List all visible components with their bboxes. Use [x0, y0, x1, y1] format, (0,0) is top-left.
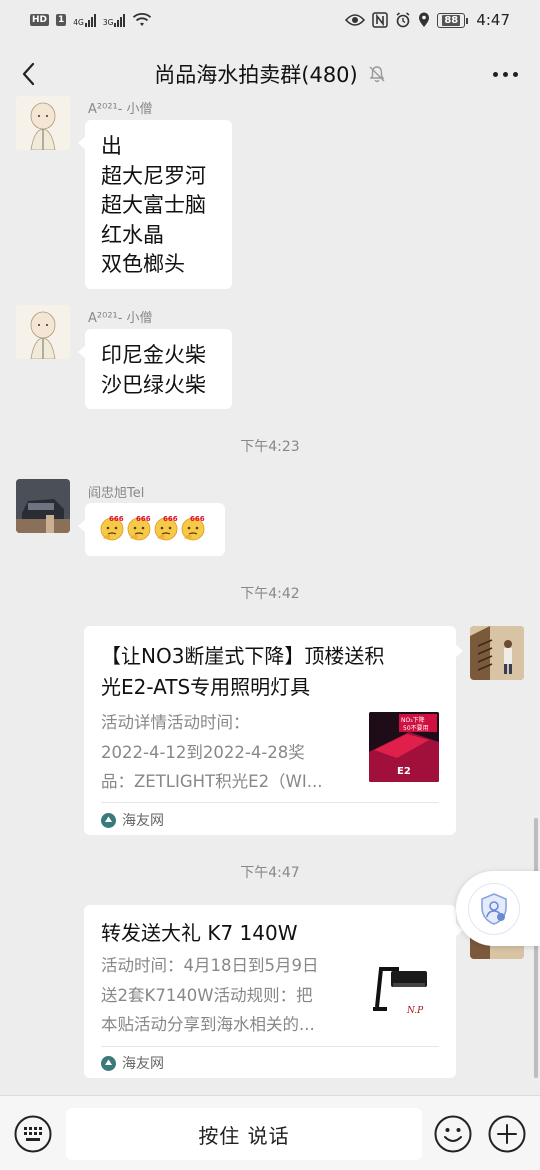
card-title: 【让NO3断崖式下降】顶楼送积 光E2-ATS专用照明灯具 — [101, 641, 384, 703]
sim-badge: 1 — [56, 14, 67, 26]
thumb-text: NO₃下降 — [401, 716, 425, 724]
scrollbar[interactable] — [534, 818, 538, 1078]
link-card[interactable]: 【让NO3断崖式下降】顶楼送积 光E2-ATS专用照明灯具 活动详情活动时间： … — [84, 626, 463, 835]
source-logo-icon — [101, 1055, 116, 1071]
chevron-left-icon[interactable] — [18, 62, 42, 86]
thumb-text: E2 — [397, 766, 411, 777]
card-title-line: 光E2-ATS专用照明灯具 — [101, 675, 311, 699]
more-dots-icon — [493, 71, 498, 77]
battery-level: 88 — [442, 14, 461, 26]
divider — [101, 802, 439, 803]
card-description: 活动时间：4月18日到5月9日 送2套K7140W活动规则：把 本贴活动分享到海… — [101, 951, 361, 1040]
message-bubble[interactable]: 印尼金火柴 沙巴绿火柴 — [78, 329, 232, 409]
bell-muted-icon — [369, 66, 385, 83]
thinking-emoji-icon: 666 — [154, 515, 178, 541]
emoji-label: 666 — [190, 515, 205, 523]
emoji-label: 666 — [109, 515, 124, 523]
input-bar: 按住 说话 — [0, 1095, 540, 1170]
alarm-icon — [396, 12, 410, 28]
status-left: HD 1 4G 3G — [30, 12, 152, 28]
thumb-text: 50不要用 — [403, 725, 429, 732]
source-label: 海友网 — [122, 1056, 164, 1072]
hd-badge: HD — [30, 14, 50, 26]
emoji-label: 666 — [136, 515, 151, 523]
card-desc-line: 活动详情活动时间： — [101, 713, 250, 732]
wifi-icon — [133, 13, 152, 26]
card-thumbnail: NO₃下降 50不要用 E2 — [369, 712, 439, 782]
timestamp: 下午4:47 — [240, 865, 300, 881]
card-desc-line: 本贴活动分享到海水相关的... — [101, 1015, 315, 1034]
stairs-avatar-icon — [470, 626, 524, 680]
avatar[interactable] — [16, 96, 70, 150]
message-line: 双色榔头 — [101, 252, 185, 276]
avatar[interactable] — [16, 479, 70, 533]
emoji-label: 666 — [163, 515, 178, 523]
message-bubble[interactable]: 666 666 666 666 — [78, 503, 225, 556]
card-desc-line: 活动时间：4月18日到5月9日 — [101, 956, 319, 975]
source-label: 海友网 — [122, 813, 164, 829]
message-line: 印尼金火柴 — [101, 343, 206, 367]
eye-icon — [345, 14, 366, 26]
plus-circle-icon[interactable] — [488, 1115, 526, 1153]
shield-user-icon — [481, 892, 507, 925]
light-fixture-thumbnail: NO₃下降 50不要用 E2 — [369, 712, 439, 782]
smiley-icon[interactable] — [434, 1115, 472, 1153]
nfc-icon — [372, 12, 389, 28]
thinking-emoji-icon: 666 — [127, 515, 151, 541]
chat-header: 尚品海水拍卖群(480) — [0, 48, 540, 100]
sender-name: A²⁰²¹- 小僧 — [88, 311, 153, 326]
thinking-emoji-icon: 666 — [181, 515, 205, 541]
monk-avatar-icon — [16, 96, 70, 150]
status-right: 88 4:47 — [345, 11, 510, 29]
source-logo-icon — [101, 812, 116, 828]
monk-avatar-icon — [16, 305, 70, 359]
card-title: 转发送大礼 K7 140W — [101, 918, 298, 949]
message-line: 超大尼罗河 — [101, 163, 206, 188]
signal-4g-label: 4G — [73, 17, 84, 27]
message-bubble[interactable]: 出 超大尼罗河 超大富士脑 红水晶 双色榔头 — [78, 120, 232, 289]
k7-light-thumbnail: N.P — [369, 955, 439, 1025]
emoji-row: 666 666 666 666 — [99, 514, 211, 541]
status-bar: HD 1 4G 3G 88 4:47 — [0, 0, 540, 40]
divider — [101, 1046, 439, 1047]
message-line: 沙巴绿火柴 — [101, 372, 206, 397]
hold-to-talk-button[interactable]: 按住 说话 — [66, 1108, 422, 1160]
more-options-button[interactable] — [493, 64, 518, 84]
timestamp: 下午4:42 — [240, 586, 300, 602]
keyboard-icon[interactable] — [14, 1115, 52, 1153]
chat-title: 尚品海水拍卖群(480) — [154, 63, 358, 87]
signal-3g-icon: 3G — [102, 13, 126, 27]
card-description: 活动详情活动时间： 2022-4-12到2022-4-28奖 品：ZETLIGH… — [101, 708, 353, 797]
signal-4g-icon: 4G — [73, 13, 96, 27]
car-avatar-icon — [16, 479, 70, 533]
link-card[interactable]: 转发送大礼 K7 140W 活动时间：4月18日到5月9日 送2套K7140W活… — [84, 905, 463, 1078]
card-source: 海友网 — [101, 810, 164, 830]
thumb-text: N.P — [406, 1006, 424, 1016]
card-thumbnail: N.P — [369, 955, 439, 1025]
card-desc-line: 2022-4-12到2022-4-28奖 — [101, 742, 305, 762]
signal-3g-label: 3G — [102, 17, 114, 27]
clock-time: 4:47 — [476, 11, 510, 29]
sender-name: 阎忠旭Tel — [88, 486, 145, 501]
floating-button-ring — [468, 882, 520, 935]
timestamp: 下午4:23 — [240, 439, 300, 455]
card-title-line: 转发送大礼 K7 140W — [101, 921, 298, 945]
battery-icon: 88 — [437, 12, 469, 28]
card-desc-line: 品：ZETLIGHT积光E2（WI... — [101, 772, 323, 791]
avatar[interactable] — [16, 305, 70, 359]
location-icon — [419, 12, 430, 27]
thinking-emoji-icon: 666 — [100, 515, 124, 541]
floating-assistant-button[interactable] — [456, 871, 540, 946]
card-title-line: 【让NO3断崖式下降】顶楼送积 — [101, 644, 385, 668]
sender-name: A²⁰²¹- 小僧 — [88, 102, 153, 117]
message-line: 超大富士脑 — [101, 193, 206, 217]
avatar[interactable] — [470, 626, 524, 680]
message-line: 红水晶 — [101, 222, 164, 247]
card-desc-line: 送2套K7140W活动规则：把 — [101, 985, 313, 1005]
message-line: 出 — [101, 134, 122, 158]
card-source: 海友网 — [101, 1053, 164, 1073]
